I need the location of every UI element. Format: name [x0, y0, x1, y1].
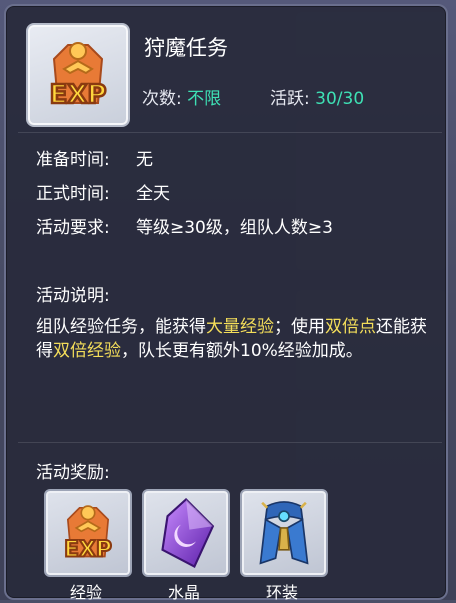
reward-divider: [18, 442, 442, 443]
description-highlight: 大量经验: [206, 317, 274, 337]
description-highlight: 双倍经验: [53, 341, 121, 361]
count-stat: 次数: 不限: [142, 84, 221, 109]
header-divider: [18, 132, 442, 133]
ring-equipment-icon: [259, 501, 309, 565]
official-time-label: 正式时间:: [36, 184, 110, 204]
description-segment: ；使用: [274, 317, 325, 337]
activity-title: 狩魔任务: [144, 36, 228, 60]
count-label: 次数:: [142, 89, 182, 109]
official-time-value: 全天: [136, 184, 170, 204]
exp-icon-text: EXP: [50, 80, 107, 110]
requirement-value: 等级≥30级，组队人数≥3: [136, 218, 333, 238]
description-text: 组队经验任务，能获得大量经验；使用双倍点还能获得双倍经验，队长更有额外10%经验…: [36, 315, 436, 363]
reward-slot-crystal[interactable]: [142, 489, 230, 577]
exp-icon-text: EXP: [64, 538, 112, 563]
description-highlight: 双倍点: [325, 317, 376, 337]
reward-label: 活动奖励:: [36, 463, 110, 483]
description-segment: ，队长更有额外10%经验加成。: [121, 341, 363, 361]
activity-detail-panel: EXP 狩魔任务 次数: 不限 活跃: 30/30 准备时间: 无 正式时间: 全天…: [4, 4, 448, 602]
reward-slot-exp[interactable]: EXP: [44, 489, 132, 577]
exp-icon: EXP: [48, 42, 108, 111]
prep-time-row: 准备时间: 无: [36, 145, 153, 170]
active-value: 30/30: [315, 89, 365, 109]
reward-slot-ring-equipment[interactable]: [240, 489, 328, 577]
crystal-icon: [161, 497, 215, 569]
active-label: 活跃:: [270, 89, 310, 109]
description-segment: 组队经验任务，能获得: [36, 317, 206, 337]
prep-time-value: 无: [136, 150, 153, 170]
prep-time-label: 准备时间:: [36, 150, 110, 170]
active-stat: 活跃: 30/30: [270, 84, 364, 109]
activity-icon-frame: EXP: [26, 23, 130, 127]
description-label: 活动说明:: [36, 286, 110, 306]
requirement-row: 活动要求: 等级≥30级，组队人数≥3: [36, 213, 333, 238]
reward-name-crystal: 水晶: [167, 583, 200, 602]
reward-name-ring-equipment: 环装: [265, 583, 298, 602]
requirement-label: 活动要求:: [36, 218, 110, 238]
official-time-row: 正式时间: 全天: [36, 179, 170, 204]
count-value: 不限: [187, 89, 222, 109]
reward-name-exp: 经验: [69, 583, 102, 602]
exp-icon: EXP: [63, 505, 113, 564]
